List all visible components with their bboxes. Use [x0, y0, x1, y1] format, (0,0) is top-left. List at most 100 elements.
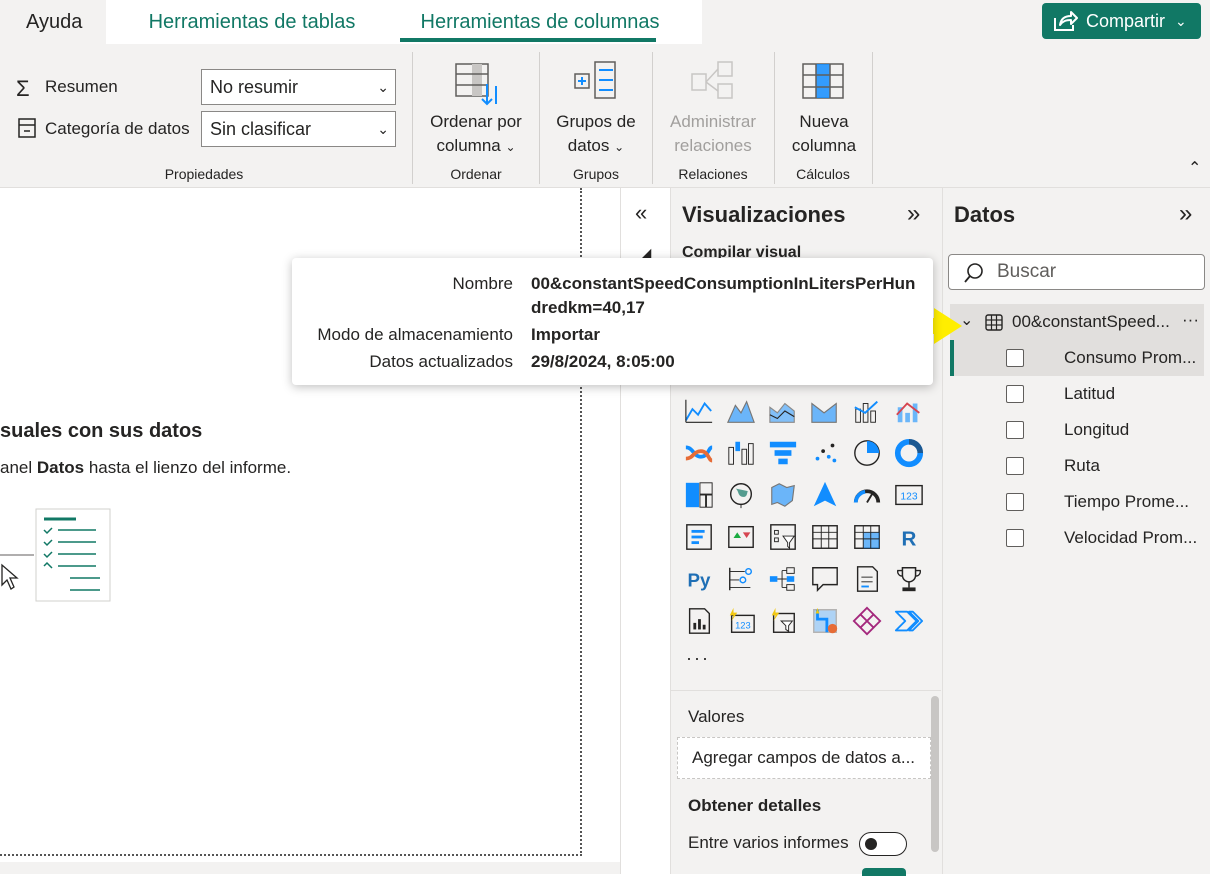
metrics-icon[interactable]	[894, 564, 924, 594]
waterfall-chart-icon[interactable]	[726, 438, 756, 468]
field-checkbox[interactable]	[1006, 421, 1024, 439]
chevron-down-icon: ⌄	[614, 140, 625, 154]
field-label: Consumo Prom...	[1064, 348, 1197, 367]
summary-select[interactable]: No resumir ⌄	[201, 69, 396, 105]
values-drop-zone[interactable]: Agregar campos de datos a...	[677, 737, 931, 779]
data-search-input[interactable]: Buscar	[948, 254, 1205, 290]
slicer-icon[interactable]	[768, 522, 798, 552]
cross-report-toggle[interactable]	[859, 832, 907, 856]
arcgis-map-icon[interactable]	[810, 606, 840, 636]
key-influencers-icon[interactable]	[726, 564, 756, 594]
area-chart-icon[interactable]	[726, 396, 756, 426]
viz-divider	[670, 690, 941, 691]
field-row[interactable]: Latitud	[1006, 376, 1204, 412]
share-icon	[1054, 11, 1078, 31]
field-row[interactable]: Ruta	[1006, 448, 1204, 484]
smart-narrative-icon[interactable]	[852, 564, 882, 594]
toggle-partial[interactable]	[862, 868, 906, 876]
tooltip-storage-value: Importar	[531, 325, 600, 344]
map-icon[interactable]	[726, 480, 756, 510]
new-column-icon	[802, 63, 844, 99]
power-apps-card-icon[interactable]: 123	[726, 606, 756, 636]
collapse-ribbon-icon[interactable]: ⌃	[1188, 158, 1201, 178]
table-more-menu[interactable]: ···	[1182, 310, 1199, 330]
relations-label-2: relaciones	[674, 136, 752, 155]
line-column-icon[interactable]	[852, 396, 882, 426]
groups-label-2: datos	[567, 136, 610, 155]
field-checkbox[interactable]	[1006, 457, 1024, 475]
ribbon-separator	[652, 52, 653, 184]
ribbon-area-icon[interactable]	[810, 396, 840, 426]
viz-scrollbar[interactable]	[931, 696, 939, 852]
group-label-relaciones: Relaciones	[678, 166, 748, 182]
table-row[interactable]: ⌄ 00&constantSpeed... ···	[950, 304, 1204, 340]
line-chart-icon[interactable]	[684, 396, 714, 426]
collapse-data-icon[interactable]: »	[1179, 200, 1192, 228]
field-label: Velocidad Prom...	[1064, 528, 1198, 547]
kpi-icon[interactable]	[726, 522, 756, 552]
qa-visual-icon[interactable]	[810, 564, 840, 594]
share-button[interactable]: Compartir ⌄	[1042, 3, 1201, 39]
ribbon-separator	[412, 52, 413, 184]
power-apps-slicer-icon[interactable]	[768, 606, 798, 636]
toggle-knob	[865, 838, 877, 850]
new-column-button[interactable]: Nueva columna	[778, 110, 870, 158]
funnel-chart-icon[interactable]	[768, 438, 798, 468]
ribbon-chart-icon[interactable]	[684, 438, 714, 468]
azure-map-icon[interactable]	[810, 480, 840, 510]
field-checkbox[interactable]	[1006, 349, 1024, 367]
pie-chart-icon[interactable]	[852, 438, 882, 468]
group-label-ordenar: Ordenar	[450, 166, 502, 182]
chevron-down-icon: ⌄	[1175, 12, 1187, 29]
expand-filters-icon[interactable]: «	[635, 200, 647, 226]
gauge-icon[interactable]	[852, 480, 882, 510]
tooltip-updated-value: 29/8/2024, 8:05:00	[531, 352, 675, 371]
filled-map-icon[interactable]	[768, 480, 798, 510]
svg-text:123: 123	[735, 621, 751, 631]
scatter-chart-icon[interactable]	[810, 438, 840, 468]
line-stacked-column-icon[interactable]	[894, 396, 924, 426]
category-select[interactable]: Sin clasificar ⌄	[201, 111, 396, 147]
field-row[interactable]: Longitud	[1006, 412, 1204, 448]
collapse-visualizations-icon[interactable]: »	[907, 200, 920, 228]
paginated-report-icon[interactable]	[684, 606, 714, 636]
category-label: Categoría de datos	[45, 119, 190, 138]
sort-label-2: columna	[436, 136, 501, 155]
field-row[interactable]: Consumo Prom...	[1006, 340, 1204, 376]
power-apps-icon[interactable]	[852, 606, 882, 636]
python-visual-icon[interactable]: Py	[684, 564, 714, 594]
field-checkbox[interactable]	[1006, 493, 1024, 511]
sigma-icon: Σ	[16, 76, 30, 101]
treemap-icon[interactable]	[684, 480, 714, 510]
group-label-propiedades: Propiedades	[164, 166, 244, 182]
table-visual-icon[interactable]	[810, 522, 840, 552]
field-checkbox[interactable]	[1006, 529, 1024, 547]
data-category-icon	[18, 118, 36, 138]
manage-relationships-button[interactable]: Administrar relaciones	[658, 110, 768, 158]
r-visual-icon[interactable]: R	[894, 522, 924, 552]
stacked-area-icon[interactable]	[768, 396, 798, 426]
field-checkbox[interactable]	[1006, 385, 1024, 403]
tooltip-name-value-2: dredkm=40,17	[531, 298, 645, 317]
decomposition-tree-icon[interactable]	[768, 564, 798, 594]
power-automate-icon[interactable]	[894, 606, 924, 636]
donut-chart-icon[interactable]	[894, 438, 924, 468]
field-row[interactable]: Tiempo Prome...	[1006, 484, 1204, 520]
sort-by-column-button[interactable]: Ordenar por columna ⌄	[420, 110, 532, 159]
data-groups-button[interactable]: Grupos de datos ⌄	[543, 110, 649, 159]
card-icon[interactable]: 123	[894, 480, 924, 510]
tooltip-storage-label: Modo de almacenamiento	[317, 325, 513, 344]
group-label-grupos: Grupos	[573, 166, 619, 182]
newcol-label-1: Nueva	[799, 112, 849, 131]
field-label: Longitud	[1064, 420, 1130, 439]
field-row[interactable]: Velocidad Prom...	[1006, 520, 1204, 556]
tab-herramientas-de-tablas[interactable]: Herramientas de tablas	[106, 0, 398, 44]
multi-row-card-icon[interactable]	[684, 522, 714, 552]
summary-label: Resumen	[45, 77, 118, 96]
more-visuals-button[interactable]: ···	[686, 648, 710, 669]
matrix-icon[interactable]	[852, 522, 882, 552]
tooltip-name-label: Nombre	[452, 274, 513, 293]
svg-text:123: 123	[900, 492, 917, 503]
tab-ayuda[interactable]: Ayuda	[14, 0, 94, 44]
drillthrough-label: Obtener detalles	[688, 796, 822, 815]
